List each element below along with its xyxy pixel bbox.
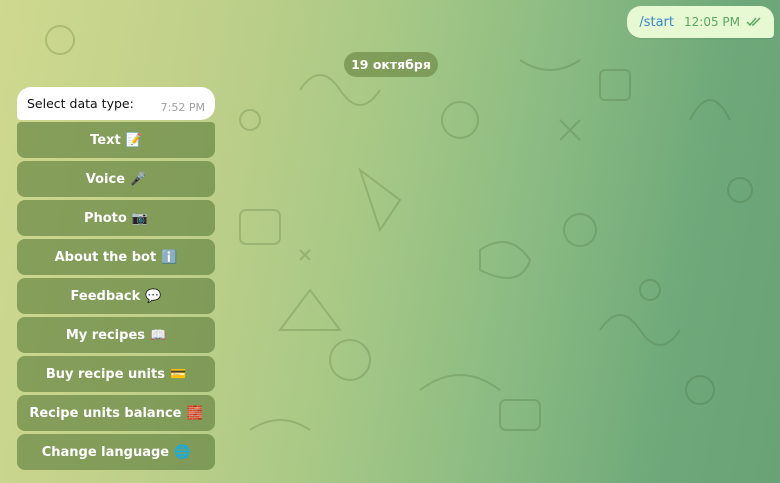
about-bot-button[interactable]: About the bot ℹ️ <box>17 239 215 275</box>
button-label: Text <box>90 132 121 148</box>
voice-button[interactable]: Voice 🎤 <box>17 161 215 197</box>
date-separator: 19 октября <box>344 52 438 77</box>
my-recipes-button[interactable]: My recipes 📖 <box>17 317 215 353</box>
button-label: Voice <box>85 171 126 187</box>
message-text: Select data type: <box>27 96 134 111</box>
feedback-button[interactable]: Feedback 💬 <box>17 278 215 314</box>
info-icon: ℹ️ <box>161 249 178 265</box>
outgoing-message-bubble: /start 12:05 PM <box>627 6 774 38</box>
button-label: Buy recipe units <box>45 366 165 382</box>
globe-icon: 🌐 <box>174 444 191 460</box>
button-label: Feedback <box>70 288 141 304</box>
change-language-button[interactable]: Change language 🌐 <box>17 434 215 470</box>
incoming-message-bubble: Select data type: 7:52 PM <box>17 87 215 120</box>
message-time: 12:05 PM <box>684 15 740 29</box>
button-label: Recipe units balance <box>29 405 182 421</box>
text-button[interactable]: Text 📝 <box>17 122 215 158</box>
start-command-link[interactable]: /start <box>639 15 674 30</box>
credit-card-icon: 💳 <box>169 366 187 382</box>
button-label: Photo <box>83 210 127 226</box>
button-label: About the bot <box>54 249 157 265</box>
speech-bubble-icon: 💬 <box>145 288 162 304</box>
button-label: Change language <box>41 444 170 460</box>
inline-keyboard: Text 📝 Voice 🎤 Photo 📷 About the bot ℹ️ … <box>17 122 215 473</box>
recipe-units-balance-button[interactable]: Recipe units balance 🧱 <box>17 395 215 431</box>
message-time: 7:52 PM <box>160 101 205 114</box>
book-icon: 📖 <box>150 327 167 343</box>
photo-button[interactable]: Photo 📷 <box>17 200 215 236</box>
microphone-icon: 🎤 <box>130 171 147 187</box>
brick-icon: 🧱 <box>186 405 203 421</box>
buy-recipe-units-button[interactable]: Buy recipe units 💳 <box>17 356 215 392</box>
message-meta: 12:05 PM <box>684 15 762 29</box>
double-check-icon <box>746 17 761 27</box>
button-label: My recipes <box>65 327 145 343</box>
memo-icon: 📝 <box>125 132 142 148</box>
camera-icon: 📷 <box>131 210 149 226</box>
